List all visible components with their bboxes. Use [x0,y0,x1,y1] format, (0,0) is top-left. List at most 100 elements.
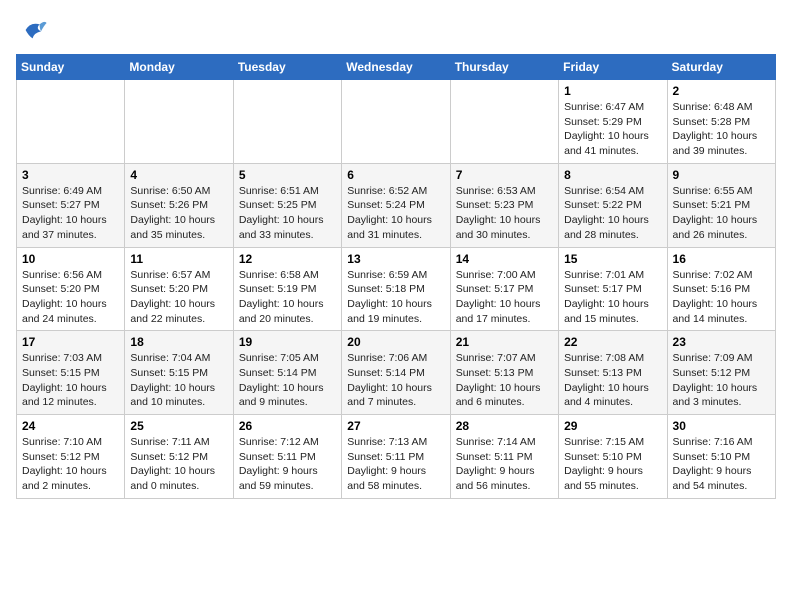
calendar-week-row: 10 Sunrise: 6:56 AM Sunset: 5:20 PM Dayli… [17,247,776,331]
calendar-body: 1Sunrise: 6:47 AM Sunset: 5:29 PM Daylig… [17,80,776,499]
calendar-day-cell: 19 Sunrise: 7:05 AM Sunset: 5:14 PM Dayli… [233,331,341,415]
day-info: Sunrise: 6:48 AM Sunset: 5:28 PM Dayligh… [673,100,770,159]
day-number: 27 [347,419,444,433]
weekday-header-cell: Saturday [667,55,775,80]
calendar-day-cell: 5 Sunrise: 6:51 AM Sunset: 5:25 PM Daylig… [233,163,341,247]
calendar-week-row: 1Sunrise: 6:47 AM Sunset: 5:29 PM Daylig… [17,80,776,164]
weekday-header-cell: Friday [559,55,667,80]
day-info: Sunrise: 6:52 AM Sunset: 5:24 PM Dayligh… [347,184,444,243]
day-info: Sunrise: 6:54 AM Sunset: 5:22 PM Dayligh… [564,184,661,243]
day-info: Sunrise: 7:02 AM Sunset: 5:16 PM Dayligh… [673,268,770,327]
day-info: Sunrise: 7:10 AM Sunset: 5:12 PM Dayligh… [22,435,119,494]
page-header [16,16,776,44]
calendar-day-cell: 3 Sunrise: 6:49 AM Sunset: 5:27 PM Daylig… [17,163,125,247]
day-number: 9 [673,168,770,182]
day-info: Sunrise: 6:56 AM Sunset: 5:20 PM Dayligh… [22,268,119,327]
day-number: 25 [130,419,227,433]
calendar-day-cell: 22 Sunrise: 7:08 AM Sunset: 5:13 PM Dayli… [559,331,667,415]
calendar-day-cell: 17 Sunrise: 7:03 AM Sunset: 5:15 PM Dayli… [17,331,125,415]
calendar-day-cell: 11 Sunrise: 6:57 AM Sunset: 5:20 PM Dayli… [125,247,233,331]
day-info: Sunrise: 6:59 AM Sunset: 5:18 PM Dayligh… [347,268,444,327]
day-number: 6 [347,168,444,182]
calendar-day-cell: 24 Sunrise: 7:10 AM Sunset: 5:12 PM Dayli… [17,415,125,499]
day-info: Sunrise: 7:08 AM Sunset: 5:13 PM Dayligh… [564,351,661,410]
day-number: 24 [22,419,119,433]
day-number: 18 [130,335,227,349]
day-number: 14 [456,252,553,266]
day-info: Sunrise: 7:13 AM Sunset: 5:11 PM Dayligh… [347,435,444,494]
calendar-table: SundayMondayTuesdayWednesdayThursdayFrid… [16,54,776,499]
calendar-day-cell [125,80,233,164]
calendar-day-cell: 2 Sunrise: 6:48 AM Sunset: 5:28 PM Daylig… [667,80,775,164]
day-number: 29 [564,419,661,433]
day-info: Sunrise: 7:12 AM Sunset: 5:11 PM Dayligh… [239,435,336,494]
calendar-day-cell: 8 Sunrise: 6:54 AM Sunset: 5:22 PM Daylig… [559,163,667,247]
calendar-day-cell: 29 Sunrise: 7:15 AM Sunset: 5:10 PM Dayli… [559,415,667,499]
day-info: Sunrise: 7:05 AM Sunset: 5:14 PM Dayligh… [239,351,336,410]
calendar-day-cell: 23 Sunrise: 7:09 AM Sunset: 5:12 PM Dayli… [667,331,775,415]
day-number: 19 [239,335,336,349]
day-info: Sunrise: 7:14 AM Sunset: 5:11 PM Dayligh… [456,435,553,494]
weekday-header-cell: Monday [125,55,233,80]
day-info: Sunrise: 6:49 AM Sunset: 5:27 PM Dayligh… [22,184,119,243]
day-info: Sunrise: 7:03 AM Sunset: 5:15 PM Dayligh… [22,351,119,410]
day-number: 23 [673,335,770,349]
calendar-week-row: 24 Sunrise: 7:10 AM Sunset: 5:12 PM Dayli… [17,415,776,499]
calendar-day-cell: 15Sunrise: 7:01 AM Sunset: 5:17 PM Dayli… [559,247,667,331]
calendar-day-cell: 1Sunrise: 6:47 AM Sunset: 5:29 PM Daylig… [559,80,667,164]
day-number: 12 [239,252,336,266]
day-number: 10 [22,252,119,266]
day-number: 5 [239,168,336,182]
day-info: Sunrise: 7:00 AM Sunset: 5:17 PM Dayligh… [456,268,553,327]
day-number: 2 [673,84,770,98]
logo-bird-icon [20,16,48,44]
day-info: Sunrise: 6:58 AM Sunset: 5:19 PM Dayligh… [239,268,336,327]
calendar-day-cell: 20Sunrise: 7:06 AM Sunset: 5:14 PM Dayli… [342,331,450,415]
calendar-day-cell [17,80,125,164]
weekday-header-cell: Sunday [17,55,125,80]
day-number: 3 [22,168,119,182]
day-info: Sunrise: 7:09 AM Sunset: 5:12 PM Dayligh… [673,351,770,410]
calendar-day-cell: 18 Sunrise: 7:04 AM Sunset: 5:15 PM Dayli… [125,331,233,415]
day-info: Sunrise: 7:01 AM Sunset: 5:17 PM Dayligh… [564,268,661,327]
calendar-day-cell: 27 Sunrise: 7:13 AM Sunset: 5:11 PM Dayli… [342,415,450,499]
day-number: 17 [22,335,119,349]
day-number: 8 [564,168,661,182]
day-info: Sunrise: 7:15 AM Sunset: 5:10 PM Dayligh… [564,435,661,494]
weekday-header-cell: Thursday [450,55,558,80]
day-info: Sunrise: 6:57 AM Sunset: 5:20 PM Dayligh… [130,268,227,327]
day-number: 1 [564,84,661,98]
logo [16,16,48,44]
calendar-day-cell [233,80,341,164]
calendar-week-row: 17 Sunrise: 7:03 AM Sunset: 5:15 PM Dayli… [17,331,776,415]
weekday-header-cell: Tuesday [233,55,341,80]
calendar-day-cell: 25 Sunrise: 7:11 AM Sunset: 5:12 PM Dayli… [125,415,233,499]
calendar-day-cell: 16 Sunrise: 7:02 AM Sunset: 5:16 PM Dayli… [667,247,775,331]
day-number: 11 [130,252,227,266]
day-number: 28 [456,419,553,433]
calendar-day-cell: 14 Sunrise: 7:00 AM Sunset: 5:17 PM Dayli… [450,247,558,331]
day-info: Sunrise: 7:04 AM Sunset: 5:15 PM Dayligh… [130,351,227,410]
day-number: 7 [456,168,553,182]
day-number: 26 [239,419,336,433]
day-number: 16 [673,252,770,266]
calendar-day-cell: 6 Sunrise: 6:52 AM Sunset: 5:24 PM Daylig… [342,163,450,247]
calendar-day-cell: 4 Sunrise: 6:50 AM Sunset: 5:26 PM Daylig… [125,163,233,247]
calendar-day-cell: 13Sunrise: 6:59 AM Sunset: 5:18 PM Dayli… [342,247,450,331]
day-info: Sunrise: 6:53 AM Sunset: 5:23 PM Dayligh… [456,184,553,243]
calendar-day-cell: 26 Sunrise: 7:12 AM Sunset: 5:11 PM Dayli… [233,415,341,499]
day-info: Sunrise: 6:51 AM Sunset: 5:25 PM Dayligh… [239,184,336,243]
day-info: Sunrise: 7:16 AM Sunset: 5:10 PM Dayligh… [673,435,770,494]
calendar-day-cell: 7 Sunrise: 6:53 AM Sunset: 5:23 PM Daylig… [450,163,558,247]
calendar-day-cell [450,80,558,164]
calendar-day-cell: 21Sunrise: 7:07 AM Sunset: 5:13 PM Dayli… [450,331,558,415]
day-info: Sunrise: 6:50 AM Sunset: 5:26 PM Dayligh… [130,184,227,243]
day-info: Sunrise: 6:55 AM Sunset: 5:21 PM Dayligh… [673,184,770,243]
calendar-day-cell: 12 Sunrise: 6:58 AM Sunset: 5:19 PM Dayli… [233,247,341,331]
calendar-day-cell: 9 Sunrise: 6:55 AM Sunset: 5:21 PM Daylig… [667,163,775,247]
weekday-header-row: SundayMondayTuesdayWednesdayThursdayFrid… [17,55,776,80]
day-info: Sunrise: 7:11 AM Sunset: 5:12 PM Dayligh… [130,435,227,494]
day-number: 4 [130,168,227,182]
day-number: 30 [673,419,770,433]
day-number: 22 [564,335,661,349]
